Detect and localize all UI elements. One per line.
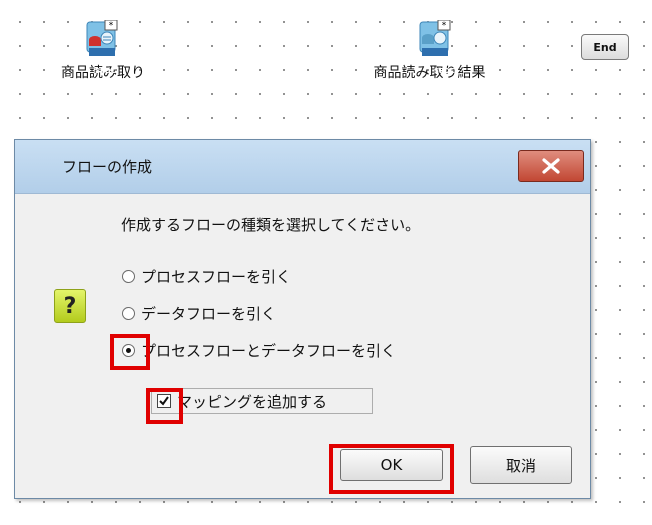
dialog-title-bar: フローの作成 (15, 140, 590, 194)
option-label: プロセスフローとデータフローを引く (141, 342, 397, 360)
option-label: プロセスフローを引く (141, 268, 292, 286)
end-node[interactable]: End (581, 34, 629, 60)
node-label: 商品読み取り結果 (373, 65, 486, 81)
close-button[interactable] (518, 150, 584, 182)
dialog-title: フローの作成 (62, 158, 153, 176)
cancel-button[interactable]: 取消 (470, 446, 572, 484)
svg-text:*: * (109, 21, 114, 31)
sfdc-read-icon: * (83, 19, 123, 58)
radio-button-selected[interactable] (122, 344, 135, 357)
radio-button[interactable] (122, 270, 135, 283)
close-icon (542, 158, 560, 174)
radio-option-process-flow[interactable]: プロセスフローを引く (122, 266, 291, 287)
add-mapping-checkbox[interactable] (157, 394, 171, 408)
question-mark: ? (63, 293, 77, 319)
checkmark-icon (159, 396, 169, 406)
question-icon: ? (54, 289, 86, 323)
radio-option-data-flow[interactable]: データフローを引く (122, 303, 276, 324)
add-mapping-checkbox-row[interactable]: マッピングを追加する (151, 388, 373, 414)
radio-button[interactable] (122, 307, 135, 320)
node-product-read[interactable]: * SFDC 商品読み取り (48, 19, 158, 82)
sfdc-badge: SFDC (434, 67, 455, 75)
option-label: データフローを引く (141, 305, 277, 323)
dialog-prompt: 作成するフローの種類を選択してください。 (121, 216, 421, 234)
node-product-read-result[interactable]: * SFDC 商品読み取り結果 (352, 19, 507, 82)
create-flow-dialog: フローの作成 作成するフローの種類を選択してください。 ? プロセスフローを引く… (14, 139, 591, 499)
ok-button[interactable]: OK (340, 449, 443, 481)
radio-option-process-and-data-flow[interactable]: プロセスフローとデータフローを引く (122, 340, 396, 361)
sfdc-badge: SFDC (95, 67, 116, 75)
svg-text:*: * (441, 21, 446, 31)
sfdc-result-icon: * (416, 19, 456, 58)
checkbox-label: マッピングを追加する (177, 392, 328, 411)
